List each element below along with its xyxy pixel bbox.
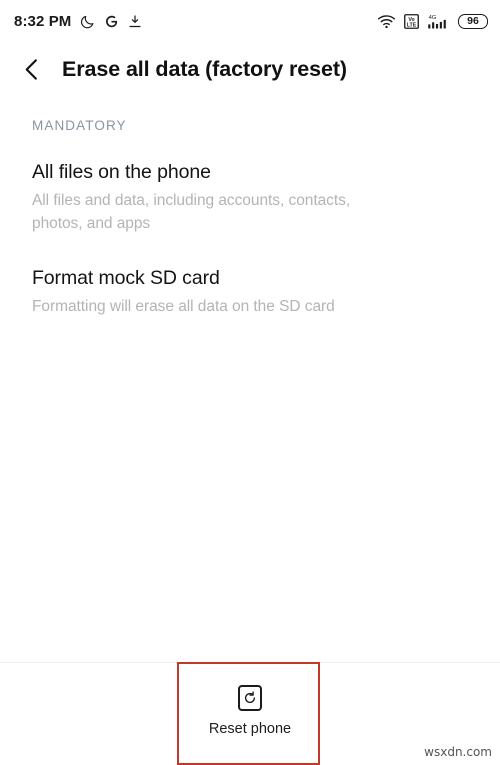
list-item-subtitle: Formatting will erase all data on the SD… [32, 298, 335, 315]
battery-level: 96 [458, 13, 488, 29]
reset-phone-icon [237, 685, 262, 711]
section-header-mandatory: MANDATORY [32, 118, 127, 133]
moon-icon [80, 14, 95, 29]
download-icon [128, 14, 142, 29]
list-item-format-sd-card[interactable]: Format mock SD card Formatting will eras… [0, 265, 500, 318]
reset-phone-label: Reset phone [208, 721, 292, 737]
mandatory-list: All files on the phone All files and dat… [0, 159, 500, 318]
chevron-left-icon [25, 58, 37, 80]
battery-icon: 96 [458, 13, 488, 29]
main-content: MANDATORY All files on the phone All fil… [0, 96, 500, 318]
svg-text:4G: 4G [429, 15, 437, 21]
svg-text:LTE: LTE [407, 22, 417, 28]
app-bar: Erase all data (factory reset) [0, 42, 500, 96]
list-item-title: Format mock SD card [32, 267, 220, 289]
reset-phone-button[interactable]: Reset phone [209, 685, 291, 743]
google-icon [104, 14, 119, 29]
list-item-title: All files on the phone [32, 161, 211, 183]
status-time: 8:32 PM [14, 12, 72, 30]
wifi-icon [377, 14, 396, 29]
list-item-subtitle: All files and data, including accounts, … [32, 192, 351, 232]
list-item-all-files[interactable]: All files on the phone All files and dat… [0, 159, 500, 235]
watermark: wsxdn.com [424, 745, 492, 759]
status-bar-left: 8:32 PM [14, 13, 142, 30]
signal-icon: 4G [427, 13, 450, 30]
back-button[interactable] [14, 51, 50, 87]
volte-icon: Vo LTE [404, 13, 419, 29]
page-title: Erase all data (factory reset) [62, 56, 347, 81]
status-bar-right: Vo LTE 4G 96 [377, 13, 488, 30]
status-bar: 8:32 PM Vo LTE 4G 96 [0, 0, 500, 42]
